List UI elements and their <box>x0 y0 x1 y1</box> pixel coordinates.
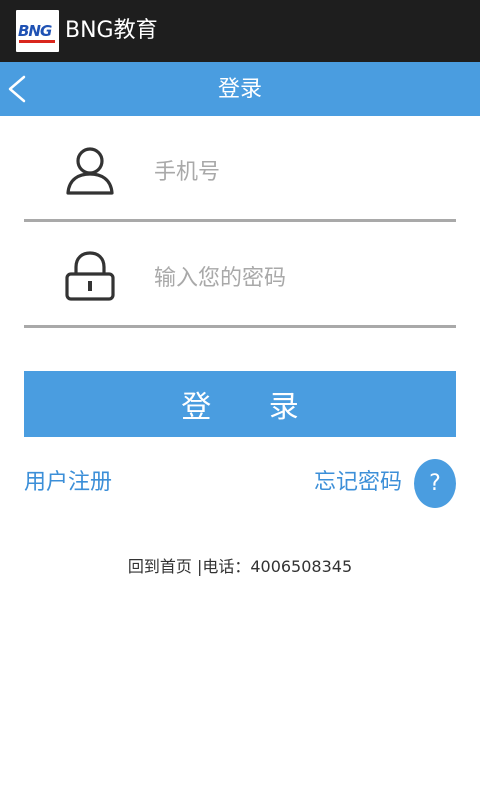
phone-field <box>24 116 456 222</box>
page-title: 登录 <box>217 77 262 102</box>
nav-bar: 登录 <box>0 62 480 116</box>
login-button[interactable]: 登 录 <box>24 371 456 437</box>
lock-icon <box>65 251 115 301</box>
phone-input[interactable] <box>154 152 444 192</box>
logo-bar <box>19 40 55 43</box>
app-titlebar: BNG BNG教育 <box>0 0 480 62</box>
question-icon[interactable]: ? <box>414 459 456 508</box>
register-link[interactable]: 用户注册 <box>24 468 112 498</box>
app-logo: BNG <box>16 10 59 52</box>
password-input[interactable] <box>154 258 444 298</box>
app-logo-text: BNG <box>18 22 52 40</box>
password-field <box>24 222 456 328</box>
forgot-password-link[interactable]: 忘记密码 <box>314 468 402 498</box>
user-icon <box>66 147 114 195</box>
app-title: BNG教育 <box>65 18 158 43</box>
footer-text[interactable]: 回到首页 |电话：4006508345 <box>0 556 480 578</box>
